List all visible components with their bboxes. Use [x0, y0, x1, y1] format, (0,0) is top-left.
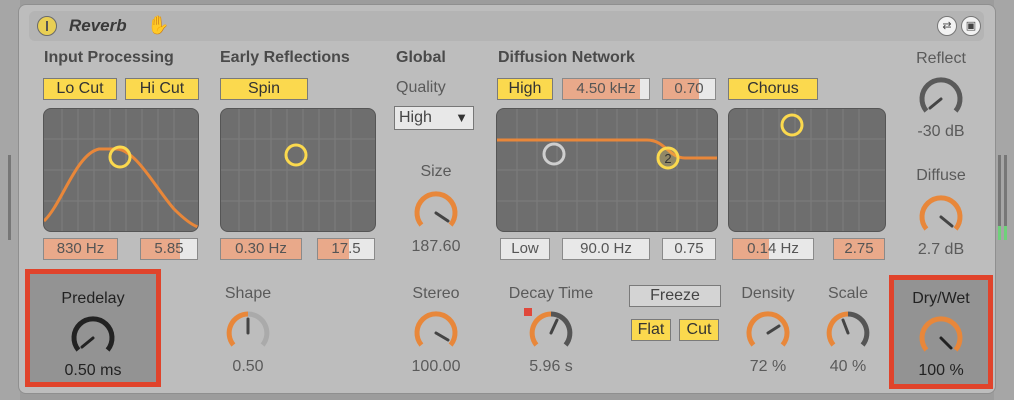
decay-time-knob[interactable]: [523, 305, 579, 357]
reverb-device: Reverb ✋ ⇄ ▣ Input Processing Lo Cut Hi …: [18, 4, 996, 394]
dry-wet-knob[interactable]: [913, 310, 969, 362]
reflect-knob[interactable]: [913, 71, 969, 123]
device-title: Reverb: [69, 16, 127, 35]
right-side-strip: [994, 0, 1014, 400]
left-side-strip: [0, 0, 20, 400]
quality-label: Quality: [396, 79, 446, 96]
spin-depth-field[interactable]: 17.5: [317, 238, 375, 260]
size-knob[interactable]: [408, 185, 464, 237]
input-processing-title: Input Processing: [44, 49, 174, 66]
input-width-value: 5.85: [154, 240, 184, 257]
right-level-meter: [998, 155, 1001, 240]
low-amount-value: 0.75: [674, 240, 704, 257]
low-handle[interactable]: [542, 142, 566, 166]
high-amount-value: 0.70: [674, 80, 704, 97]
high-freq-value: 4.50 kHz: [576, 80, 636, 97]
save-preset-icon[interactable]: ▣: [961, 16, 981, 36]
cut-toggle[interactable]: Cut: [679, 319, 719, 341]
flat-toggle[interactable]: Flat: [631, 319, 671, 341]
chorus-toggle[interactable]: Chorus: [728, 78, 818, 100]
scale-value: 40 %: [829, 358, 867, 375]
dry-wet-highlight: Dry/Wet 100 %: [889, 275, 993, 389]
left-level-meter: [8, 155, 11, 240]
density-label: Density: [741, 285, 795, 302]
chorus-amount-value: 2.75: [844, 240, 874, 257]
size-label: Size: [420, 163, 452, 180]
spin-toggle[interactable]: Spin: [220, 78, 308, 100]
input-filter-curve: [44, 109, 198, 231]
quality-select[interactable]: High ▼: [394, 106, 474, 130]
chorus-xy: [729, 109, 885, 231]
diffusion-network-title: Diffusion Network: [498, 49, 635, 66]
predelay-value: 0.50 ms: [64, 362, 122, 379]
predelay-knob[interactable]: [65, 310, 121, 362]
chorus-handle[interactable]: [780, 113, 804, 137]
high-toggle[interactable]: High: [497, 78, 553, 100]
input-freq-value: 830 Hz: [56, 240, 105, 257]
early-reflections-title: Early Reflections: [220, 49, 350, 66]
lo-cut-toggle[interactable]: Lo Cut: [43, 78, 117, 100]
diffusion-curve: 2: [497, 109, 717, 231]
low-toggle[interactable]: Low: [500, 238, 550, 260]
scale-label: Scale: [827, 285, 869, 302]
input-filter-graph[interactable]: [43, 108, 199, 232]
chorus-rate-field[interactable]: 0.14 Hz: [732, 238, 814, 260]
svg-text:2: 2: [664, 151, 671, 166]
quality-value: High: [399, 109, 432, 126]
dropdown-arrow-icon: ▼: [455, 110, 468, 125]
device-title-bar[interactable]: Reverb ✋ ⇄ ▣: [29, 11, 984, 41]
density-value: 72 %: [749, 358, 787, 375]
scale-knob[interactable]: [820, 305, 876, 357]
global-title: Global: [396, 49, 446, 66]
high-amount-field[interactable]: 0.70: [662, 78, 716, 100]
shape-value: 0.50: [232, 358, 264, 375]
low-toggle-label: Low: [511, 240, 539, 257]
spin-amount-field[interactable]: 0.30 Hz: [220, 238, 302, 260]
size-value: 187.60: [411, 238, 461, 255]
dry-wet-label: Dry/Wet: [912, 290, 970, 307]
early-reflections-graph[interactable]: [220, 108, 376, 232]
freeze-button[interactable]: Freeze: [629, 285, 721, 307]
diffuse-value: 2.7 dB: [917, 241, 965, 258]
high-freq-field[interactable]: 4.50 kHz: [562, 78, 650, 100]
stereo-label: Stereo: [412, 285, 460, 302]
shape-knob[interactable]: [220, 305, 276, 357]
spin-amount-value: 0.30 Hz: [235, 240, 287, 257]
dry-wet-value: 100 %: [918, 362, 964, 379]
diffusion-graph[interactable]: 2: [496, 108, 718, 232]
reflect-label: Reflect: [916, 50, 966, 67]
input-width-field[interactable]: 5.85: [140, 238, 198, 260]
device-power-button[interactable]: [37, 16, 57, 36]
low-freq-value: 90.0 Hz: [580, 240, 632, 257]
stereo-value: 100.00: [411, 358, 461, 375]
low-freq-field[interactable]: 90.0 Hz: [562, 238, 650, 260]
decay-time-label: Decay Time: [508, 285, 594, 302]
stereo-knob[interactable]: [408, 305, 464, 357]
hi-cut-toggle[interactable]: Hi Cut: [125, 78, 199, 100]
diffuse-knob[interactable]: [913, 189, 969, 241]
hand-icon: ✋: [147, 15, 170, 35]
chorus-graph[interactable]: [728, 108, 886, 232]
diffuse-label: Diffuse: [916, 167, 966, 184]
chorus-amount-field[interactable]: 2.75: [833, 238, 885, 260]
shape-label: Shape: [224, 285, 272, 302]
density-knob[interactable]: [740, 305, 796, 357]
right-level-meter-2: [1004, 155, 1007, 240]
decay-time-value: 5.96 s: [529, 358, 573, 375]
hot-swap-icon[interactable]: ⇄: [937, 16, 957, 36]
reflect-value: -30 dB: [917, 123, 965, 140]
early-reflections-xy: [221, 109, 375, 231]
low-amount-field[interactable]: 0.75: [662, 238, 716, 260]
spin-depth-value: 17.5: [331, 240, 361, 257]
predelay-highlight: Predelay 0.50 ms: [25, 269, 161, 387]
input-freq-field[interactable]: 830 Hz: [43, 238, 118, 260]
predelay-label: Predelay: [61, 290, 125, 307]
chorus-rate-value: 0.14 Hz: [747, 240, 799, 257]
